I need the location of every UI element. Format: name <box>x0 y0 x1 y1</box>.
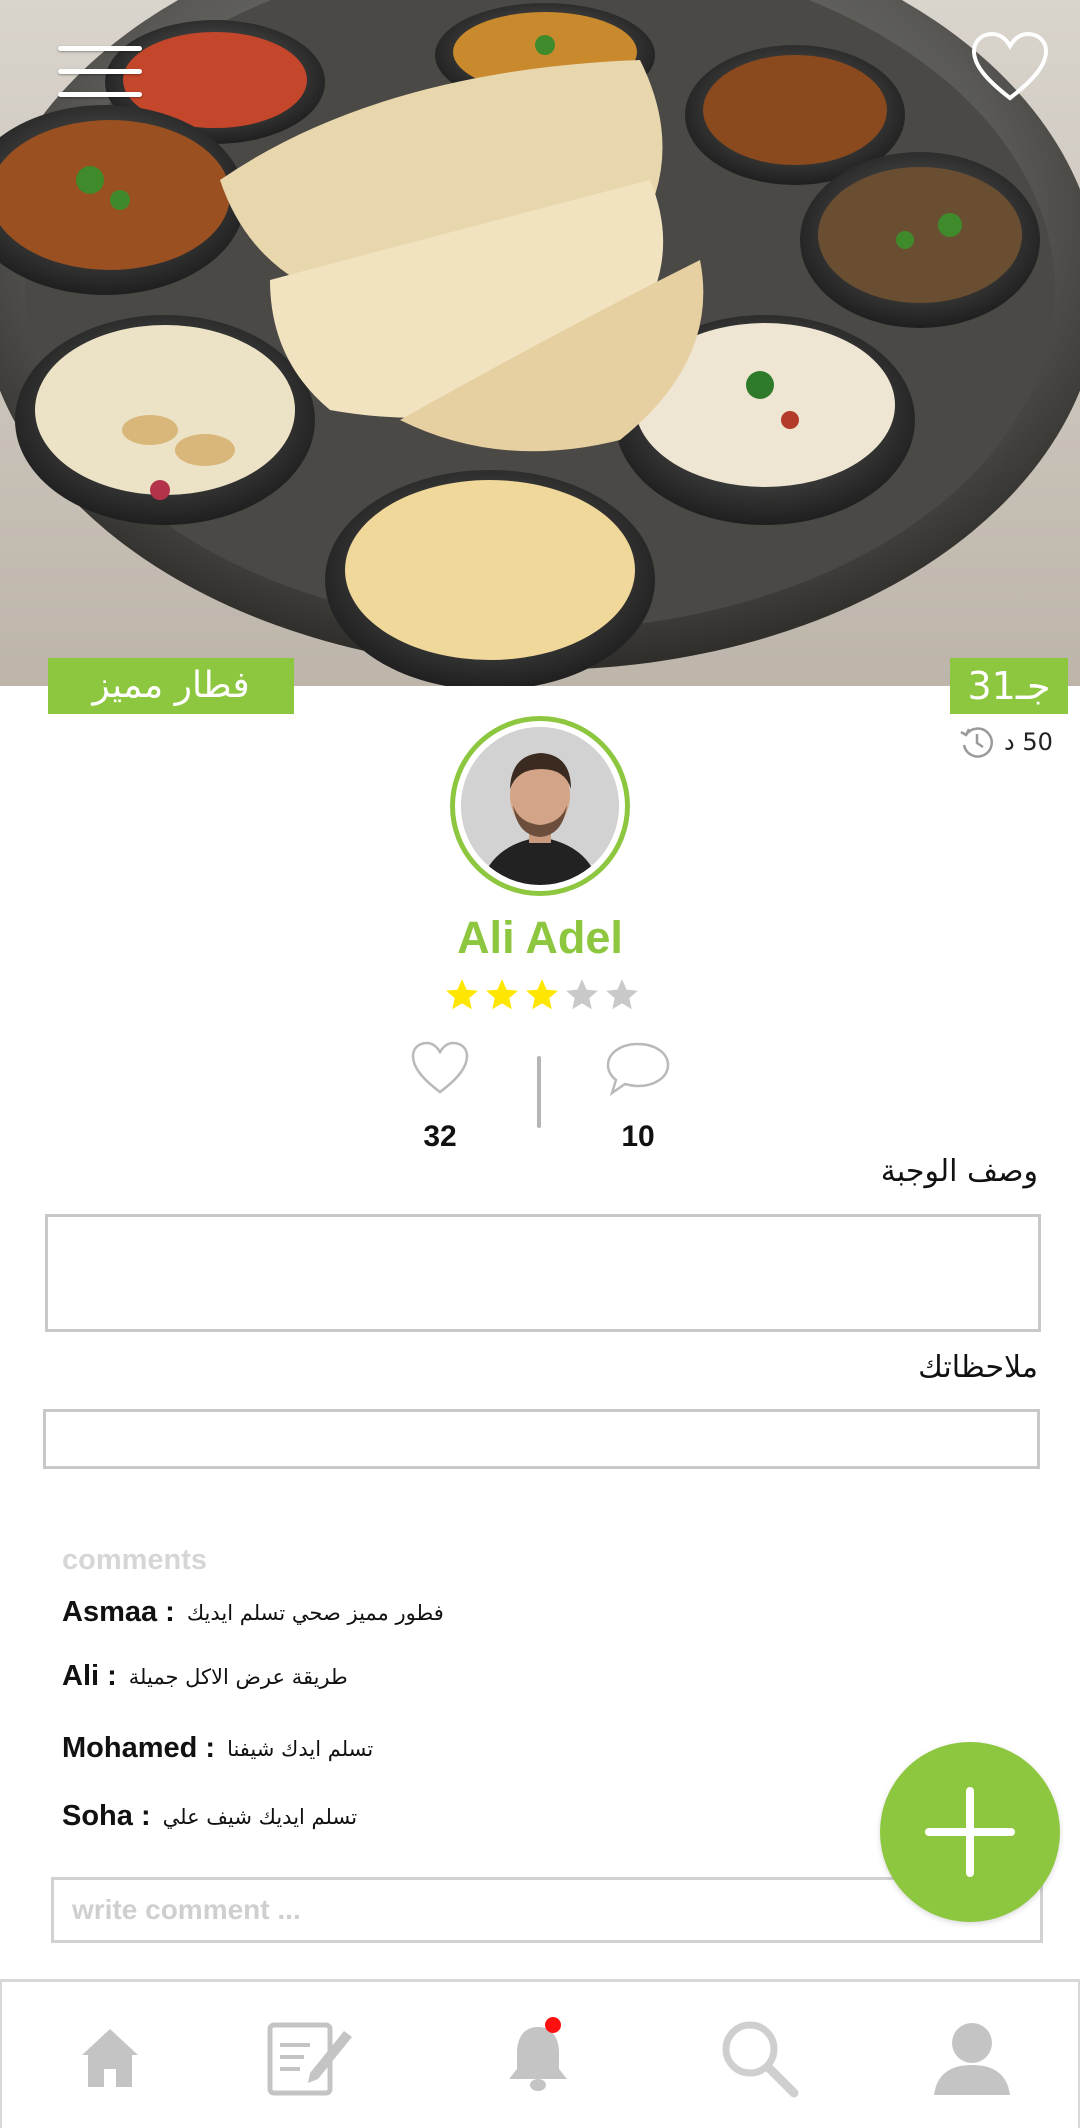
search-icon <box>722 2021 799 2097</box>
favorite-button[interactable] <box>970 30 1050 104</box>
rating-stars <box>443 976 641 1014</box>
comment-item: Asmaa : فطور مميز صحي تسلم ايديك <box>62 1596 444 1629</box>
edit-note-icon <box>267 2022 352 2095</box>
star-filled-icon <box>446 979 478 1010</box>
comment-author: Mohamed : <box>62 1732 216 1764</box>
comments-stat[interactable]: 10 <box>578 1040 698 1154</box>
comment-author: Asmaa : <box>62 1596 175 1628</box>
bottom-nav <box>0 1979 1080 2128</box>
comments-count: 10 <box>621 1120 655 1153</box>
speech-bubble-icon <box>606 1042 670 1096</box>
star-filled-icon <box>486 979 518 1010</box>
comment-text: فطور مميز صحي تسلم ايديك <box>186 1600 444 1625</box>
thali-platter-illustration <box>0 0 1080 686</box>
nav-profile[interactable] <box>864 1982 1080 2128</box>
write-comment-input[interactable] <box>51 1877 1043 1943</box>
nav-edit[interactable] <box>202 1982 418 2128</box>
nav-home[interactable] <box>2 1982 218 2128</box>
comment-text: تسلم ايدك شيفنا <box>227 1736 374 1761</box>
bell-icon <box>509 2016 567 2091</box>
comment-item: Soha : تسلم ايديك شيف علي <box>62 1800 357 1833</box>
heart-outline-icon <box>411 1041 469 1094</box>
heart-outline-icon <box>971 31 1049 101</box>
comment-text: طريقة عرض الاكل جميلة <box>128 1664 348 1689</box>
stats-divider <box>537 1056 541 1128</box>
comment-author: Soha : <box>62 1800 151 1832</box>
chef-photo <box>461 727 619 885</box>
user-icon <box>934 2022 1010 2095</box>
comment-author: Ali : <box>62 1660 117 1692</box>
star-empty-icon <box>566 979 598 1010</box>
history-clock-icon <box>960 727 993 758</box>
comment-item: Mohamed : تسلم ايدك شيفنا <box>62 1732 373 1765</box>
meal-photo <box>0 0 1080 686</box>
prep-time: 50 د <box>958 722 1053 762</box>
notification-badge <box>545 2016 561 2033</box>
description-label: وصف الوجبة <box>880 1154 1038 1189</box>
likes-stat[interactable]: 32 <box>380 1040 500 1154</box>
comment-item: Ali : طريقة عرض الاكل جميلة <box>62 1660 348 1693</box>
likes-count: 32 <box>423 1120 457 1153</box>
chef-name: Ali Adel <box>457 912 623 963</box>
description-field[interactable] <box>45 1214 1041 1332</box>
nav-notifications[interactable] <box>430 1982 646 2128</box>
chef-avatar[interactable] <box>450 716 630 896</box>
add-button[interactable] <box>880 1742 1060 1922</box>
nav-search[interactable] <box>650 1982 866 2128</box>
menu-button[interactable] <box>58 46 142 104</box>
star-filled-icon <box>526 979 558 1010</box>
comment-text: تسلم ايديك شيف علي <box>162 1804 358 1829</box>
star-empty-icon <box>606 979 638 1010</box>
notes-label: ملاحظاتك <box>918 1350 1038 1385</box>
price-tag: 31جـ <box>950 658 1068 714</box>
hamburger-menu-icon <box>58 46 142 51</box>
notes-field[interactable] <box>43 1409 1040 1469</box>
home-icon <box>82 2028 138 2087</box>
prep-time-label: 50 د <box>1004 728 1053 756</box>
comments-heading: comments <box>62 1544 208 1576</box>
meal-title-tag: فطار مميز <box>48 658 294 714</box>
